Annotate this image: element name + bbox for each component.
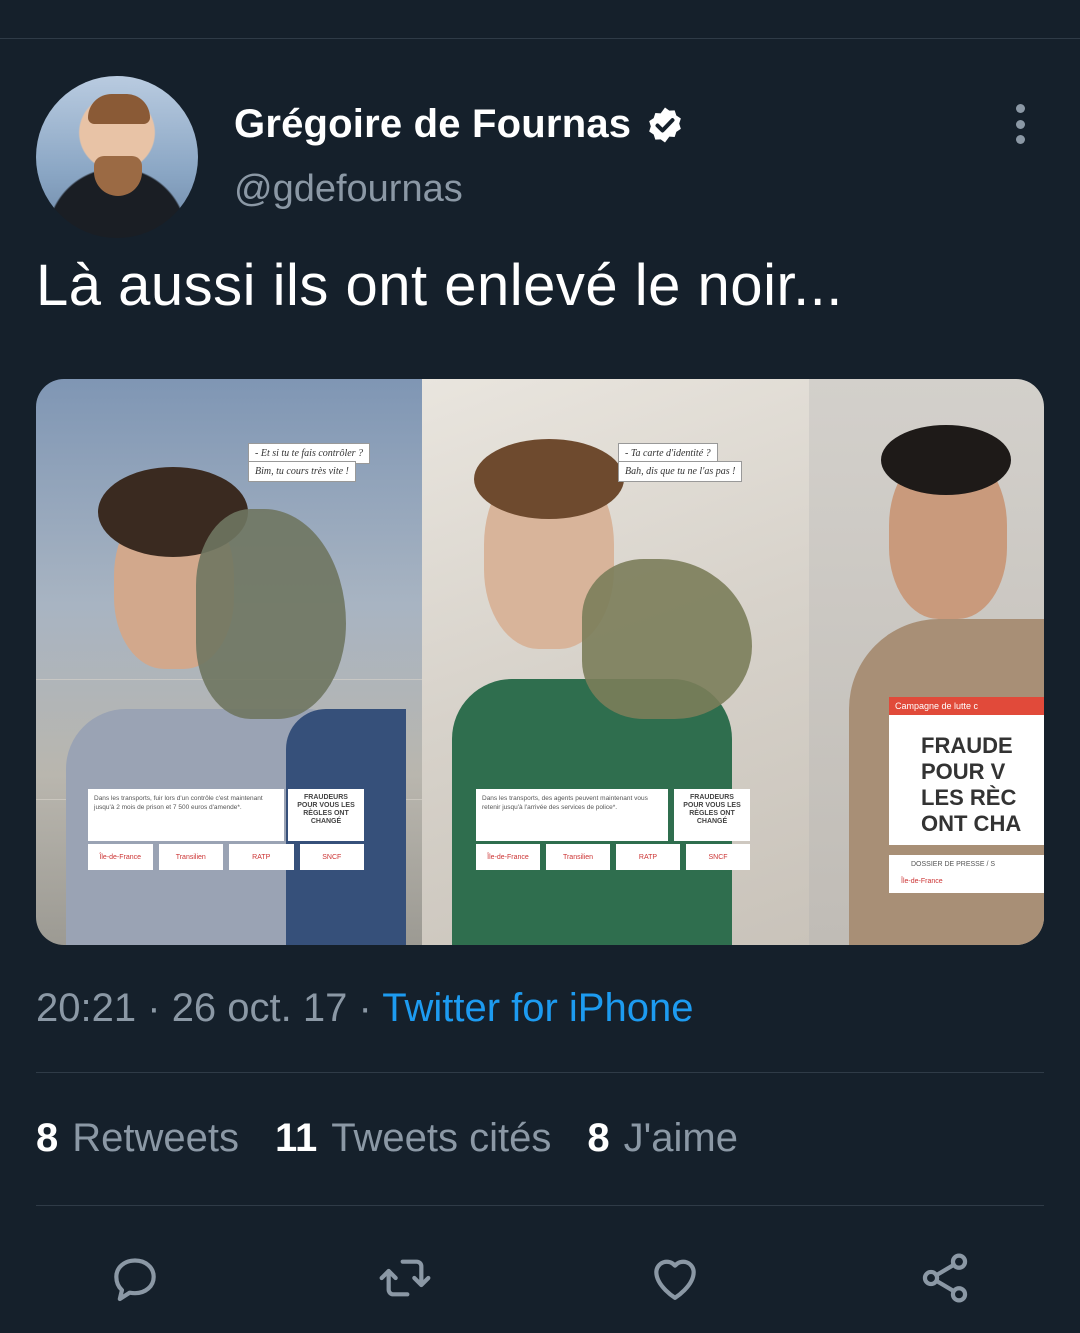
poster-1-creature [196, 509, 346, 719]
poster-1-logos: Île-de-France Transilien RATP SNCF [88, 844, 364, 870]
poster-1-logo-3: RATP [229, 844, 294, 870]
tweet-time: 20:21 [36, 986, 137, 1030]
avatar[interactable] [36, 76, 198, 238]
poster-2-creature [582, 559, 752, 719]
poster-3-line-3: LES RÈC [921, 785, 1017, 810]
poster-3: Campagne de lutte c FRAUDE POUR V LES RÈ… [809, 379, 1044, 945]
poster-1-logo-1: Île-de-France [88, 844, 153, 870]
poster-1-logo-2: Transilien [158, 844, 223, 870]
poster-2-slogan: FRAUDEURS POUR VOUS LES RÈGLES ONT CHANG… [674, 789, 750, 841]
poster-2-logos: Île-de-France Transilien RATP SNCF [476, 844, 750, 870]
poster-2: - Ta carte d'identité ? Bah, dis que tu … [422, 379, 809, 945]
likes-label: J'aime [623, 1116, 738, 1160]
retweet-button[interactable] [375, 1248, 435, 1308]
meta-separator-2: · [358, 986, 372, 1030]
share-icon [922, 1253, 968, 1303]
poster-3-line-4: ONT CHA [921, 811, 1022, 836]
reply-button[interactable] [105, 1248, 165, 1308]
poster-3-line-1: FRAUDE [921, 733, 1013, 758]
poster-3-logos: Île-de-France [889, 871, 1044, 893]
divider [36, 1205, 1044, 1206]
verified-badge-icon [649, 107, 682, 142]
author-handle[interactable]: @gdefournas [234, 168, 463, 211]
author-name-row[interactable]: Grégoire de Fournas [234, 102, 685, 147]
poster-2-logo-3: RATP [616, 844, 680, 870]
tweet-meta: 20:21 · 26 oct. 17 · Twitter for iPhone [36, 986, 693, 1031]
poster-1: - Et si tu te fais contrôler ? Bim, tu c… [36, 379, 422, 945]
poster-1-speech-2: Bim, tu cours très vite ! [248, 461, 356, 482]
divider [36, 1072, 1044, 1073]
quote-tweets-label: Tweets cités [331, 1116, 552, 1160]
tweet-date: 26 oct. 17 [171, 986, 348, 1030]
retweet-icon [379, 1259, 431, 1297]
poster-2-logo-4: SNCF [686, 844, 750, 870]
quote-tweets-stat[interactable]: 11 Tweets cités [275, 1116, 551, 1161]
author-name[interactable]: Grégoire de Fournas [234, 102, 631, 147]
like-icon [654, 1259, 696, 1300]
tweet-stats: 8 Retweets 11 Tweets cités 8 J'aime [36, 1116, 774, 1161]
likes-stat[interactable]: 8 J'aime [587, 1116, 738, 1161]
tweet-media[interactable]: - Et si tu te fais contrôler ? Bim, tu c… [36, 379, 1044, 945]
more-vertical-icon[interactable] [1002, 102, 1038, 146]
poster-3-line-2: POUR V [921, 759, 1006, 784]
poster-2-hair [474, 439, 624, 519]
poster-3-header: Campagne de lutte c [889, 697, 1044, 715]
retweets-label: Retweets [72, 1116, 239, 1160]
tweet-text: Là aussi ils ont enlevé le noir... [36, 253, 843, 318]
poster-1-slogan: FRAUDEURS POUR VOUS LES RÈGLES ONT CHANG… [288, 789, 364, 841]
tweet-source-link[interactable]: Twitter for iPhone [382, 986, 693, 1030]
meta-separator-1: · [147, 986, 161, 1030]
top-divider [0, 38, 1080, 39]
avatar-hair [88, 94, 150, 124]
avatar-beard [94, 156, 142, 196]
poster-2-logo-1: Île-de-France [476, 844, 540, 870]
poster-3-slogan: FRAUDE POUR V LES RÈC ONT CHA [889, 715, 1044, 845]
poster-3-hair [881, 425, 1011, 495]
retweets-stat[interactable]: 8 Retweets [36, 1116, 239, 1161]
reply-icon [114, 1258, 156, 1302]
poster-1-logo-4: SNCF [299, 844, 364, 870]
poster-2-caption: Dans les transports, des agents peuvent … [476, 789, 668, 841]
tweet-actions [0, 1248, 1080, 1308]
poster-2-logo-2: Transilien [546, 844, 610, 870]
retweets-count: 8 [36, 1116, 59, 1160]
share-button[interactable] [915, 1248, 975, 1308]
poster-1-caption: Dans les transports, fuir lors d'un cont… [88, 789, 284, 841]
poster-2-speech-2: Bah, dis que tu ne l'as pas ! [618, 461, 743, 482]
likes-count: 8 [587, 1116, 610, 1160]
like-button[interactable] [645, 1248, 705, 1308]
quote-tweets-count: 11 [275, 1116, 318, 1160]
